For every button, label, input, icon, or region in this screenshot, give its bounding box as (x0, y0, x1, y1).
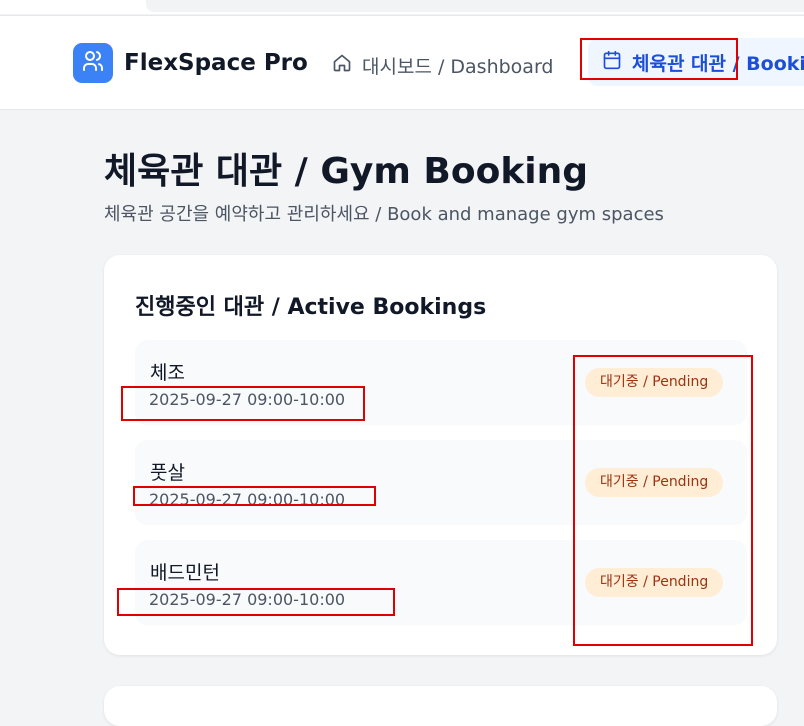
calendar-icon (602, 50, 622, 75)
nav-gym-booking[interactable]: 체육관 대관 / Booking (588, 38, 804, 86)
booking-item[interactable]: 체조 2025-09-27 09:00-10:00 대기중 / Pending (135, 340, 747, 425)
nav-dashboard[interactable]: 대시보드 / Dashboard (332, 52, 553, 79)
booking-time: 2025-09-27 09:00-10:00 (149, 390, 346, 409)
booking-time: 2025-09-27 09:00-10:00 (149, 590, 346, 609)
browser-top-strip (0, 0, 804, 14)
address-bar[interactable] (146, 0, 804, 12)
page-subtitle: 체육관 공간을 예약하고 관리하세요 / Book and manage gym… (104, 204, 664, 225)
nav-gym-booking-label: 체육관 대관 / Booking (632, 52, 804, 75)
status-badge: 대기중 / Pending (585, 368, 724, 397)
booking-name: 배드민턴 (150, 562, 220, 584)
brand-name: FlexSpace Pro (124, 50, 308, 76)
page-title: 체육관 대관 / Gym Booking (104, 151, 588, 192)
status-badge: 대기중 / Pending (585, 568, 724, 597)
booking-item[interactable]: 풋살 2025-09-27 09:00-10:00 대기중 / Pending (135, 440, 747, 525)
booking-name: 체조 (150, 362, 185, 384)
booking-time: 2025-09-27 09:00-10:00 (149, 490, 346, 509)
logo[interactable] (73, 43, 113, 83)
status-badge: 대기중 / Pending (585, 468, 724, 497)
app-header: FlexSpace Pro 대시보드 / Dashboard 체육관 대관 / … (0, 15, 804, 110)
active-bookings-card: 진행중인 대관 / Active Bookings 체조 2025-09-27 … (104, 255, 777, 655)
users-icon (81, 49, 105, 77)
booking-item[interactable]: 배드민턴 2025-09-27 09:00-10:00 대기중 / Pendin… (135, 540, 747, 625)
active-bookings-title: 진행중인 대관 / Active Bookings (135, 295, 487, 320)
next-card (104, 686, 777, 726)
booking-name: 풋살 (150, 462, 185, 484)
nav-dashboard-label: 대시보드 / Dashboard (362, 56, 554, 78)
home-icon (332, 53, 352, 78)
